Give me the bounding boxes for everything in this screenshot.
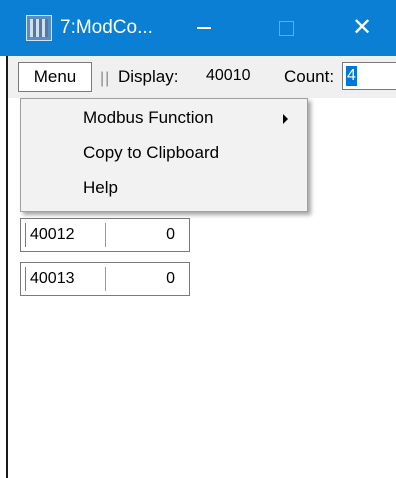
minimize-icon [197, 27, 211, 29]
register-address: 40012 [25, 223, 103, 247]
menu-item-label: Help [83, 178, 118, 197]
row-divider [105, 267, 106, 291]
menu-item-label: Modbus Function [83, 108, 214, 127]
toolbar-grip[interactable]: || [100, 70, 110, 88]
toolbar: Menu || Display: 40010 Count: 4 [8, 56, 396, 98]
close-icon: ✕ [351, 14, 373, 41]
count-input[interactable]: 4 [342, 62, 396, 90]
maximize-button[interactable] [250, 0, 322, 56]
register-value[interactable]: 0 [107, 267, 175, 291]
close-button[interactable]: ✕ [326, 0, 396, 56]
register-row-40012[interactable]: 40012 0 [20, 218, 190, 252]
app-icon[interactable] [26, 15, 52, 41]
count-label: Count: [284, 67, 335, 86]
row-divider [105, 223, 106, 247]
title-bar[interactable]: 7:ModCo... ✕ [0, 0, 396, 56]
register-value[interactable]: 0 [107, 223, 175, 247]
menu-item-copy-to-clipboard[interactable]: Copy to Clipboard [21, 137, 307, 169]
menu-item-help[interactable]: Help [21, 172, 307, 204]
register-address: 40013 [25, 267, 103, 291]
display-value[interactable]: 40010 [206, 67, 251, 85]
count-value: 4 [346, 66, 357, 86]
menu-button[interactable]: Menu [18, 62, 92, 92]
maximize-icon [278, 20, 294, 36]
menu-item-label: Copy to Clipboard [83, 143, 220, 162]
display-label: Display: [118, 67, 179, 86]
menu-item-modbus-function[interactable]: Modbus Function [21, 102, 307, 134]
minimize-button[interactable] [168, 0, 240, 56]
app-window: 7:ModCo... ✕ Menu || Display: 40010 Coun… [0, 0, 396, 478]
submenu-arrow-icon [283, 114, 288, 124]
context-menu: Modbus Function Copy to Clipboard Help [20, 98, 308, 212]
window-title: 7:ModCo... [60, 17, 153, 38]
window-border [6, 56, 8, 478]
register-row-40013[interactable]: 40013 0 [20, 262, 190, 296]
